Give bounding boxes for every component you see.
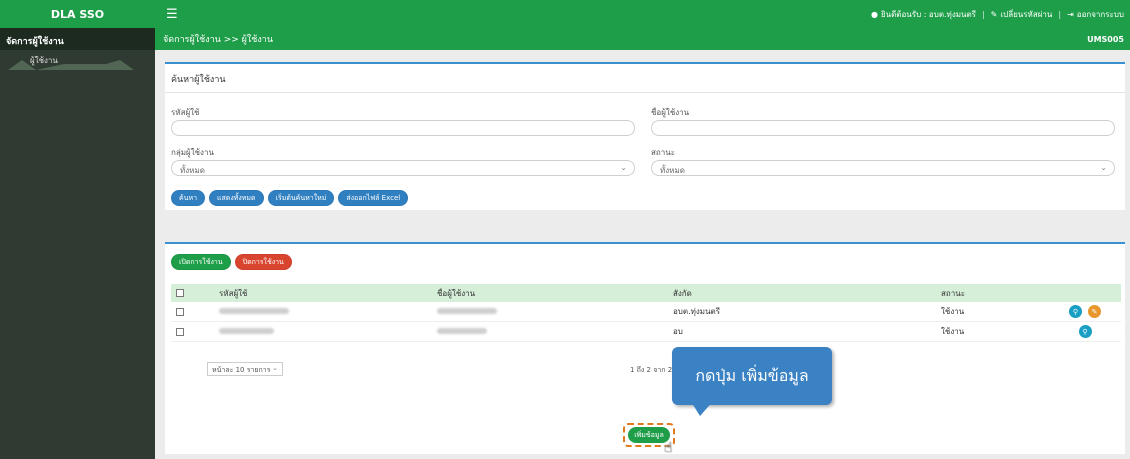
chevron-down-icon: ⌄ xyxy=(1100,163,1107,172)
key-icon: ✎ xyxy=(990,9,998,19)
row-select-cell xyxy=(171,327,189,336)
user-menu: ● ยินดีต้อนรับ : อบต.ทุ่งมนตรี | ✎ เปลี่… xyxy=(871,0,1124,28)
status-select[interactable]: ทั้งหมด ⌄ xyxy=(651,160,1115,176)
logout-icon: ⇥ xyxy=(1067,9,1074,19)
search-actions: ค้นหา แสดงทั้งหมด เริ่มต้นค้นหาใหม่ ส่งอ… xyxy=(171,190,409,206)
table-header: รหัสผู้ใช้ ชื่อผู้ใช้งาน สังกัด สถานะ xyxy=(171,284,1121,302)
user-id-input[interactable] xyxy=(171,120,635,136)
row-checkbox[interactable] xyxy=(176,307,184,316)
status-select-value: ทั้งหมด xyxy=(660,166,685,175)
user-name-cell xyxy=(409,307,649,316)
user-id-label: รหัสผู้ใช้ xyxy=(171,108,200,117)
row-actions: ⚲ ✎ xyxy=(1049,305,1121,318)
reset-search-button[interactable]: เริ่มต้นค้นหาใหม่ xyxy=(267,190,335,206)
row-actions: ⚲ xyxy=(1049,325,1121,338)
status-cell: ใช้งาน xyxy=(941,327,965,336)
breadcrumb-bar: จัดการผู้ใช้งาน >> ผู้ใช้งาน UMS005 xyxy=(155,28,1130,50)
pagination-info: 1 ถึง 2 จาก 2 xyxy=(630,366,673,374)
hand-cursor-icon: ☝ xyxy=(664,440,673,456)
user-id-cell xyxy=(189,327,409,336)
chevron-down-icon: ⌄ xyxy=(272,364,278,372)
search-icon[interactable]: ⚲ xyxy=(1078,325,1092,338)
page-size-select[interactable]: หน้าละ 10 รายการ ⌄ xyxy=(207,362,283,376)
logout-link[interactable]: ⇥ ออกจากระบบ xyxy=(1067,8,1124,21)
column-header-user-name: ชื่อผู้ใช้งาน xyxy=(437,288,476,298)
enable-users-button[interactable]: เปิดการใช้งาน xyxy=(171,254,231,270)
main-content: จัดการผู้ใช้งาน >> ผู้ใช้งาน UMS005 ค้นห… xyxy=(155,28,1130,459)
agency-cell: อบ xyxy=(673,327,683,336)
screen-code: UMS005 xyxy=(1087,34,1124,44)
search-panel-title: ค้นหาผู้ใช้งาน xyxy=(165,64,1125,93)
users-table: รหัสผู้ใช้ ชื่อผู้ใช้งาน สังกัด สถานะ อบ… xyxy=(171,284,1121,342)
group-label: กลุ่มผู้ใช้งาน xyxy=(171,148,214,157)
search-icon[interactable]: ⚲ xyxy=(1069,305,1082,318)
agency-cell: อบต.ทุ่งมนตรี xyxy=(673,307,721,316)
welcome-text: ยินดีต้อนรับ : อบต.ทุ่งมนตรี xyxy=(880,9,976,19)
change-password-text: เปลี่ยนรหัสผ่าน xyxy=(1000,9,1053,19)
disable-users-button[interactable]: ปิดการใช้งาน xyxy=(234,254,292,270)
user-name-cell xyxy=(409,327,649,336)
redacted-user-name xyxy=(437,328,487,334)
search-panel: ค้นหาผู้ใช้งาน รหัสผู้ใช้ ชื่อผู้ใช้งาน … xyxy=(165,62,1125,210)
user-icon: ● xyxy=(870,9,878,19)
divider: | xyxy=(981,9,985,19)
edit-icon[interactable]: ✎ xyxy=(1088,305,1101,318)
group-select-value: ทั้งหมด xyxy=(180,166,205,175)
group-select[interactable]: ทั้งหมด ⌄ xyxy=(171,160,635,176)
instruction-callout: กดปุ่ม เพิ่มข้อมูล xyxy=(672,347,832,405)
hamburger-icon[interactable]: ☰ xyxy=(166,7,178,22)
table-row: อบต.ทุ่งมนตรี ใช้งาน ⚲ ✎ xyxy=(171,302,1121,322)
results-actions: เปิดการใช้งาน ปิดการใช้งาน xyxy=(171,254,292,270)
status-cell: ใช้งาน xyxy=(941,307,965,316)
export-excel-button[interactable]: ส่งออกไฟล์ Excel xyxy=(338,190,409,206)
sidebar-item-highlight xyxy=(8,60,134,70)
row-select-cell xyxy=(171,307,189,316)
results-panel: เปิดการใช้งาน ปิดการใช้งาน รหัสผู้ใช้ ชื… xyxy=(165,242,1125,456)
status-label: สถานะ xyxy=(651,148,675,157)
sidebar-item-label: ผู้ใช้งาน xyxy=(30,56,58,65)
select-all-cell xyxy=(171,289,189,297)
column-header-status: สถานะ xyxy=(941,288,965,298)
user-name-label: ชื่อผู้ใช้งาน xyxy=(651,108,690,117)
redacted-user-id xyxy=(219,328,274,334)
show-all-button[interactable]: แสดงทั้งหมด xyxy=(209,190,264,206)
user-name-input[interactable] xyxy=(651,120,1115,136)
column-header-user-id: รหัสผู้ใช้ xyxy=(219,288,248,298)
top-bar: DLA SSO ☰ ● ยินดีต้อนรับ : อบต.ทุ่งมนตรี… xyxy=(0,0,1130,28)
logout-text: ออกจากระบบ xyxy=(1076,9,1124,19)
user-id-cell xyxy=(189,307,409,316)
row-checkbox[interactable] xyxy=(176,327,184,336)
redacted-user-name xyxy=(437,308,497,314)
redacted-user-id xyxy=(219,308,289,314)
change-password-link[interactable]: ✎ เปลี่ยนรหัสผ่าน xyxy=(991,8,1053,21)
table-row: อบ ใช้งาน ⚲ xyxy=(171,322,1121,342)
sidebar-heading[interactable]: จัดการผู้ใช้งาน xyxy=(0,28,155,50)
breadcrumb: จัดการผู้ใช้งาน >> ผู้ใช้งาน xyxy=(163,35,274,45)
callout-tail xyxy=(690,400,714,416)
brand-logo[interactable]: DLA SSO xyxy=(0,0,155,28)
page-size-value: หน้าละ 10 รายการ xyxy=(212,366,271,374)
search-button[interactable]: ค้นหา xyxy=(171,190,206,206)
select-all-checkbox[interactable] xyxy=(176,289,184,297)
chevron-down-icon: ⌄ xyxy=(620,163,627,172)
column-header-agency: สังกัด xyxy=(673,288,692,298)
sidebar: จัดการผู้ใช้งาน ผู้ใช้งาน xyxy=(0,28,155,459)
welcome-link[interactable]: ● ยินดีต้อนรับ : อบต.ทุ่งมนตรี xyxy=(871,8,976,21)
divider: | xyxy=(1058,9,1062,19)
sidebar-item-users[interactable]: ผู้ใช้งาน xyxy=(8,54,147,72)
